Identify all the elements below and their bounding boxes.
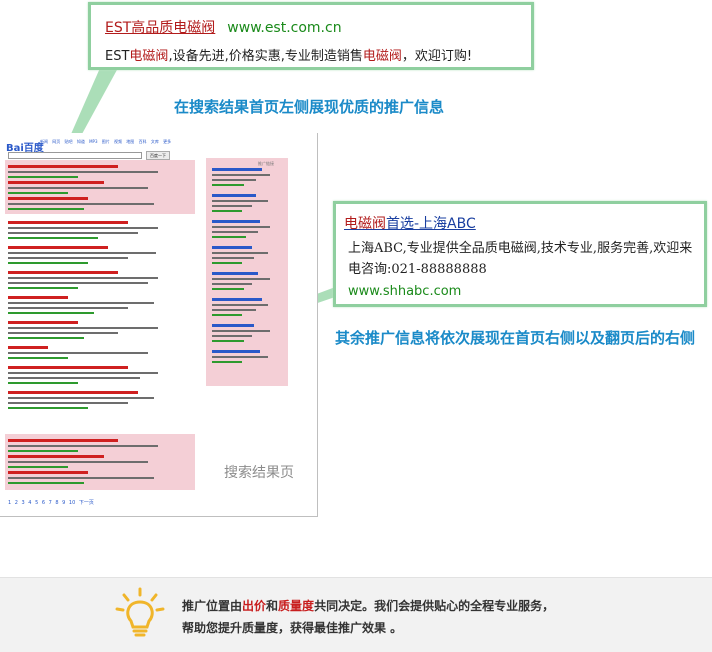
bottom-text-part2: 和 (266, 599, 279, 613)
search-input[interactable]: 电磁阀 (8, 152, 142, 167)
right-ad-title-keyword: 电磁阀 (344, 216, 386, 232)
right-ad-title-rest: 首选-上海ABC (386, 216, 476, 232)
ad-label: 推广链接 (258, 161, 274, 166)
right-ad-description: 上海ABC,专业提供全品质电磁阀,技术专业,服务完善,欢迎来电咨询:021-88… (348, 241, 693, 277)
top-ad-desc-keyword: 电磁阀 (129, 49, 169, 64)
search-button[interactable]: 百度一下 (146, 151, 170, 160)
top-ad-desc-middle: ,设备先进,价格实惠,专业制造销售 (168, 49, 363, 64)
screenshot-label: 搜索结果页 (224, 465, 294, 481)
top-ad-title[interactable]: EST高品质电磁阀 www.est.com.cn (105, 17, 342, 37)
bottom-highlight-bid: 出价 (242, 599, 267, 613)
search-results-screenshot: Bai百度 新闻 网页 贴吧 知道 MP3 图片 视频 地图 百科 文库 更多 … (0, 133, 318, 517)
caption-top: 在搜索结果首页左侧展现优质的推广信息 (174, 98, 445, 116)
right-ad-url[interactable]: www.shhabc.com (348, 284, 461, 299)
bottom-text-part1: 推广位置由 (182, 599, 243, 613)
right-ad-list[interactable] (212, 168, 270, 366)
result-group-organic[interactable] (8, 221, 158, 412)
top-ad-desc-suffix: ，欢迎订购! (401, 49, 473, 64)
top-ad-desc-prefix: EST (105, 49, 130, 64)
search-nav[interactable]: 新闻 网页 贴吧 知道 MP3 图片 视频 地图 百科 文库 更多 (40, 139, 171, 145)
bottom-info-line2: 帮助您提升质量度，获得最佳推广效果 。 (182, 621, 403, 635)
bottom-info-text: 推广位置由出价和质量度共同决定。我们会提供贴心的全程专业服务， 帮助您提升质量度… (182, 595, 554, 639)
lightbulb-icon (115, 587, 165, 637)
top-ad-description: EST电磁阀,设备先进,价格实惠,专业制造销售电磁阀，欢迎订购! (105, 45, 472, 64)
top-ad-desc-keyword-2: 电磁阀 (362, 49, 402, 64)
right-ad-title[interactable]: 电磁阀首选-上海ABC (344, 213, 476, 233)
top-ad-brand[interactable]: EST高品质电磁阀 (105, 20, 215, 36)
bottom-highlight-quality: 质量度 (278, 599, 315, 613)
pagination[interactable]: 1 2 3 4 5 6 7 8 9 10 下一页 (8, 499, 94, 506)
result-group-bottom-ads[interactable] (8, 439, 158, 487)
right-ad-callout: 电磁阀首选-上海ABC 上海ABC,专业提供全品质电磁阀,技术专业,服务完善,欢… (333, 201, 707, 307)
bottom-info-band: 推广位置由出价和质量度共同决定。我们会提供贴心的全程专业服务， 帮助您提升质量度… (0, 577, 712, 652)
top-ad-callout: EST高品质电磁阀 www.est.com.cn EST电磁阀,设备先进,价格实惠… (88, 2, 534, 70)
top-ad-url[interactable]: www.est.com.cn (227, 20, 341, 36)
result-group-top-ads[interactable] (8, 165, 158, 213)
caption-right: 其余推广信息将依次展现在首页右侧以及翻页后的右侧 (335, 329, 696, 347)
bottom-info-line1: 推广位置由出价和质量度共同决定。我们会提供贴心的全程专业服务， (182, 595, 554, 617)
bottom-text-part3: 共同决定。我们会提供贴心的全程专业服务， (314, 599, 555, 613)
